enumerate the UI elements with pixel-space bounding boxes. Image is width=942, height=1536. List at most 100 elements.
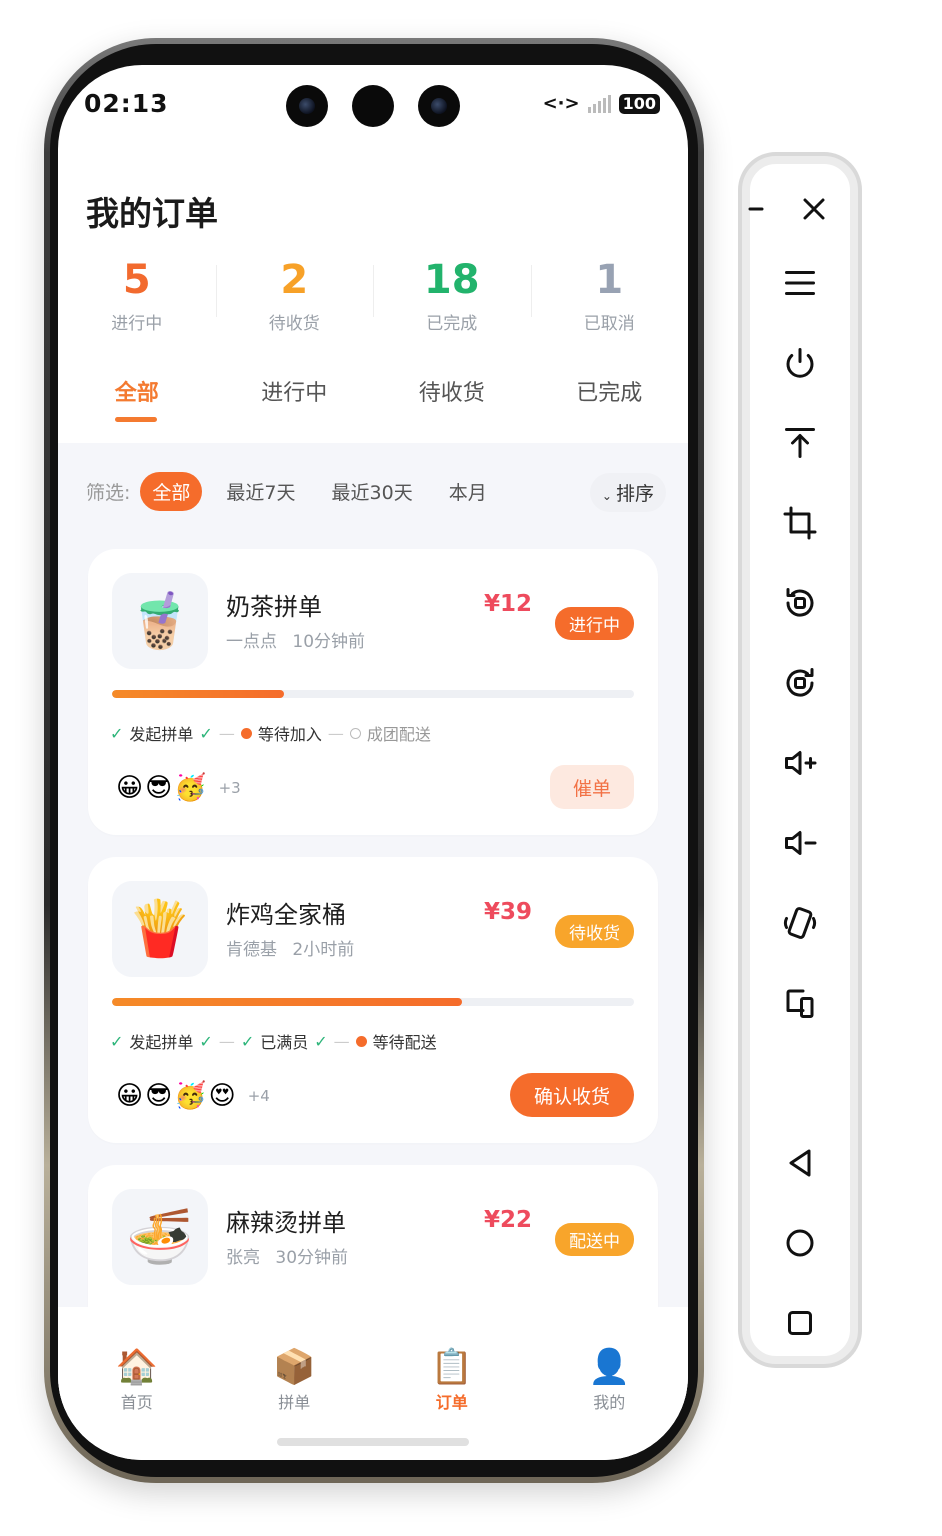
confirm-receipt-button[interactable]: 确认收货 xyxy=(510,1073,634,1117)
avatar: 😍 xyxy=(208,1081,236,1111)
status-badge: 待收货 xyxy=(555,915,634,948)
minimize-icon xyxy=(748,207,764,211)
power-button[interactable] xyxy=(750,338,850,388)
minimize-button[interactable] xyxy=(726,184,786,234)
filter-chip-7days[interactable]: 最近7天 xyxy=(214,472,307,511)
chevron-down-icon: ⌄ xyxy=(601,489,612,503)
current-step-dot xyxy=(240,727,252,739)
home-button[interactable] xyxy=(750,1218,850,1268)
progress-fill xyxy=(112,998,462,1006)
bubble-tea-icon: 🧋 xyxy=(112,573,208,669)
recents-icon xyxy=(788,1311,812,1335)
rotate-left-button[interactable] xyxy=(750,578,850,628)
home-indicator[interactable] xyxy=(277,1438,469,1446)
filter-bar: 筛选: 全部 最近7天 最近30天 本月 ⌄ 排序 xyxy=(86,471,666,512)
stat-cancelled[interactable]: 1 已取消 xyxy=(530,255,689,334)
pending-step-dot xyxy=(349,727,361,739)
package-icon: 📦 xyxy=(273,1347,316,1387)
page-title: 我的订单 xyxy=(86,194,218,233)
emulator-toolbar xyxy=(738,152,862,1368)
order-progress-bar xyxy=(112,690,634,698)
tab-completed[interactable]: 已完成 xyxy=(531,375,689,435)
step-label: 等待配送 xyxy=(372,1033,437,1052)
avatar: 🥳 xyxy=(174,773,207,803)
recents-button[interactable] xyxy=(750,1298,850,1348)
rotate-right-icon xyxy=(786,668,814,697)
stat-label: 已取消 xyxy=(583,314,635,334)
filter-prefix: 筛选: xyxy=(86,481,131,504)
volume-up-icon xyxy=(785,751,817,775)
data-transfer-icon: <·> xyxy=(542,93,580,114)
progress-fill xyxy=(112,690,285,698)
front-camera-icon xyxy=(286,85,328,127)
crop-button[interactable] xyxy=(750,498,850,548)
fold-button[interactable] xyxy=(750,978,850,1028)
order-meta: 一点点 10分钟前 xyxy=(226,627,365,652)
avatar: 😀 xyxy=(116,773,144,803)
tabbar-label: 我的 xyxy=(593,1393,626,1412)
stat-value: 5 xyxy=(122,257,151,303)
home-icon xyxy=(786,1229,814,1257)
tabbar-item-home[interactable]: 🏠 首页 xyxy=(58,1307,216,1460)
back-button[interactable] xyxy=(750,1138,850,1188)
sort-button[interactable]: ⌄ 排序 xyxy=(589,473,666,512)
stat-completed[interactable]: 18 已完成 xyxy=(373,255,531,334)
sensor-icon xyxy=(352,85,394,127)
fold-icon xyxy=(786,989,814,1018)
tab-all[interactable]: 全部 xyxy=(58,375,216,435)
order-title: 炸鸡全家桶 xyxy=(226,901,346,929)
order-steps: ✓ 发起拼单 ✓ — ✓ 已满员 ✓ — 等待配送 xyxy=(110,1029,437,1053)
order-steps: ✓ 发起拼单 ✓ — 等待加入 — 成团配送 xyxy=(110,721,431,745)
stat-to-receive[interactable]: 2 待收货 xyxy=(215,255,374,334)
order-list-area[interactable]: 筛选: 全部 最近7天 最近30天 本月 ⌄ 排序 🧋 奶茶拼单 一点点 10分钟… xyxy=(58,443,688,1451)
check-icon: ✓ xyxy=(110,723,124,743)
order-meta: 肯德基 2小时前 xyxy=(226,935,354,960)
step-connector: — xyxy=(218,1031,235,1051)
order-card[interactable]: 🍟 炸鸡全家桶 肯德基 2小时前 ¥39 待收货 ✓ 发起拼单 ✓ — ✓ 已满… xyxy=(88,857,658,1143)
clipboard-icon: 📋 xyxy=(430,1347,473,1387)
urge-order-button[interactable]: 催单 xyxy=(550,765,634,809)
menu-button[interactable] xyxy=(750,258,850,308)
emulator-toolbar-inner xyxy=(742,156,858,1364)
stat-label: 待收货 xyxy=(268,314,320,334)
stat-in-progress[interactable]: 5 进行中 xyxy=(58,255,216,334)
order-time: 10分钟前 xyxy=(292,632,366,652)
close-button[interactable] xyxy=(784,184,844,234)
step-label: 已满员 xyxy=(260,1033,309,1052)
step-label: 成团配送 xyxy=(366,725,431,744)
check-icon: ✓ xyxy=(199,1031,213,1051)
menu-icon xyxy=(785,271,815,295)
stat-label: 已完成 xyxy=(426,314,478,334)
pin-top-button[interactable] xyxy=(750,418,850,468)
volume-down-button[interactable] xyxy=(750,818,850,868)
tabbar-label: 订单 xyxy=(435,1393,468,1412)
stat-value: 18 xyxy=(423,257,480,303)
check-icon: ✓ xyxy=(110,1031,124,1051)
shop-name: 一点点 xyxy=(226,632,277,652)
check-icon: ✓ xyxy=(240,1031,255,1051)
order-price: ¥39 xyxy=(483,899,532,925)
filter-chip-all[interactable]: 全部 xyxy=(140,471,203,511)
tab-in-progress[interactable]: 进行中 xyxy=(216,375,374,435)
order-time: 30分钟前 xyxy=(275,1248,349,1268)
filter-chip-30days[interactable]: 最近30天 xyxy=(320,472,425,511)
tab-to-receive[interactable]: 待收货 xyxy=(373,375,531,435)
front-camera-icon xyxy=(418,85,460,127)
rotate-right-button[interactable] xyxy=(750,658,850,708)
status-badge: 进行中 xyxy=(555,607,634,640)
tabbar-item-profile[interactable]: 👤 我的 xyxy=(531,1307,689,1460)
stat-value: 2 xyxy=(280,257,309,303)
sort-label: 排序 xyxy=(615,483,654,505)
pin-top-icon xyxy=(785,428,815,458)
shake-button[interactable] xyxy=(750,898,850,948)
avatar: 😎 xyxy=(145,1081,173,1111)
stat-value: 1 xyxy=(595,257,624,303)
shop-name: 张亮 xyxy=(226,1248,260,1268)
tabbar-label: 首页 xyxy=(120,1393,153,1412)
filter-chip-month[interactable]: 本月 xyxy=(437,472,499,511)
crop-icon xyxy=(783,506,817,540)
step-label: 发起拼单 xyxy=(129,725,194,744)
volume-up-button[interactable] xyxy=(750,738,850,788)
noodle-bowl-icon: 🍜 xyxy=(112,1189,208,1285)
order-card[interactable]: 🧋 奶茶拼单 一点点 10分钟前 ¥12 进行中 ✓ 发起拼单 ✓ — 等待加入… xyxy=(88,549,658,835)
